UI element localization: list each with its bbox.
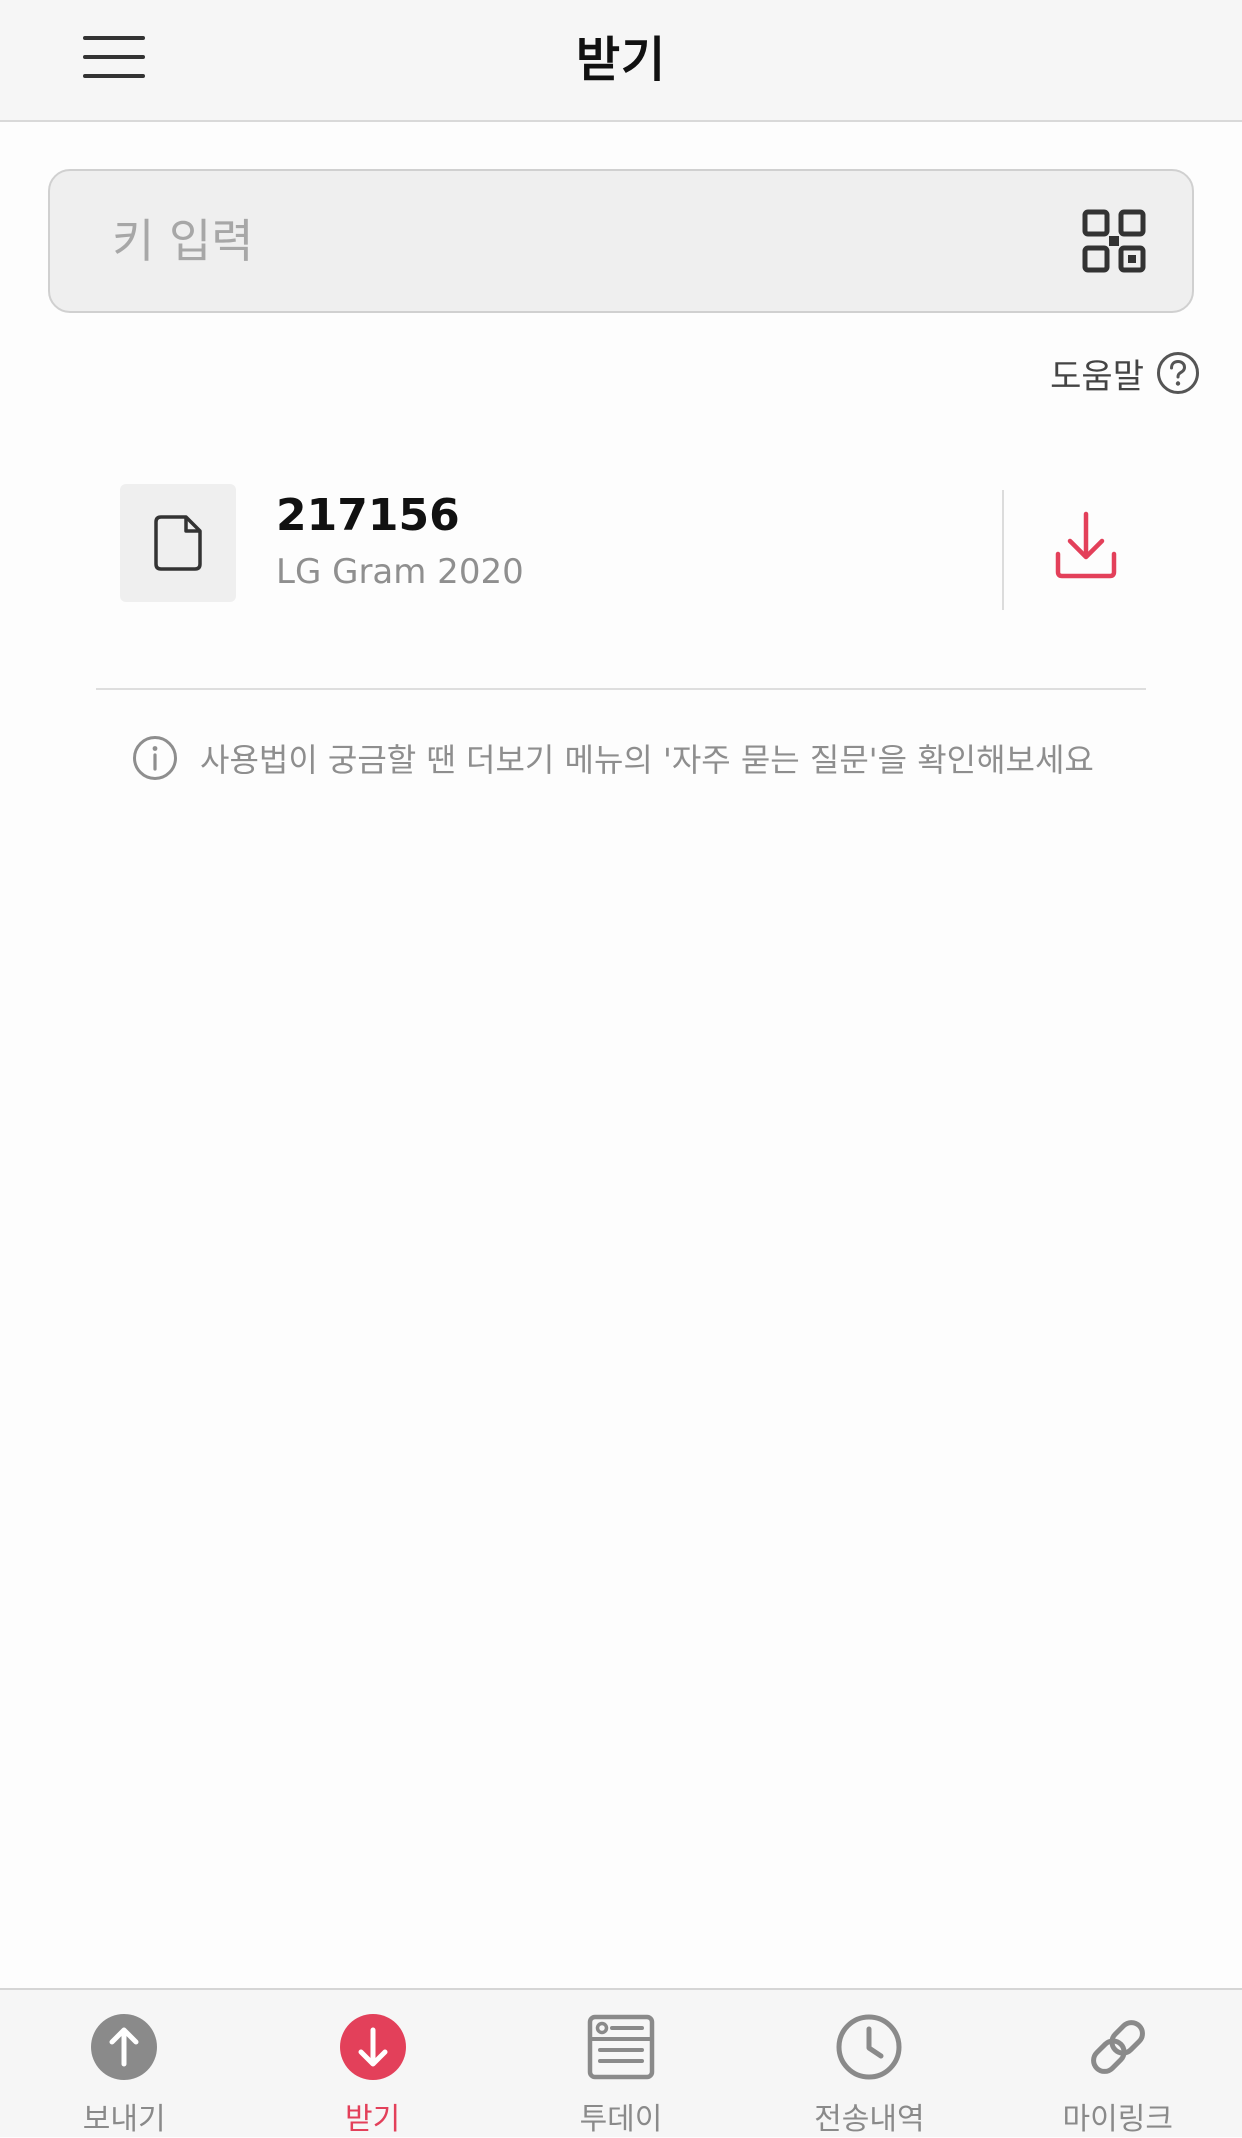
qr-code-icon [1082,209,1146,273]
top-header: 받기 [0,0,1242,122]
today-card-icon [587,2014,655,2080]
file-icon [154,515,202,571]
question-circle-icon [1157,352,1199,394]
tab-receive[interactable]: 받기 [248,1990,496,2137]
link-icon [1090,2020,1145,2074]
tab-receive-label: 받기 [344,2102,401,2137]
tab-today[interactable]: 투데이 [497,1990,745,2137]
help-label: 도움말 [1050,356,1144,397]
download-arrow-icon [339,2014,406,2080]
tab-today-label: 투데이 [579,2102,663,2137]
tab-mylink-label: 마이링크 [1062,2102,1173,2137]
tab-history-label: 전송내역 [814,2102,925,2137]
transfer-key: 217156 [276,490,460,541]
help-link[interactable]: 도움말 [1050,348,1200,398]
tab-send-label: 보내기 [82,2102,166,2137]
tab-mylink[interactable]: 마이링크 [994,1990,1242,2137]
key-input-box [48,169,1194,313]
page-title: 받기 [575,32,667,88]
received-file-item[interactable]: 217156 LG Gram 2020 [96,470,1146,620]
card-divider [1002,490,1004,610]
qr-scan-button[interactable] [1082,209,1146,273]
download-icon [1055,511,1117,579]
key-input[interactable] [110,171,1010,311]
tab-history[interactable]: 전송내역 [745,1990,993,2137]
download-button[interactable] [1046,508,1126,588]
info-circle-icon [133,736,177,780]
file-thumbnail [120,484,236,602]
bottom-tab-bar: 보내기 받기 투데이 전송내역 마이링크 [0,1988,1242,2137]
tab-send[interactable]: 보내기 [0,1990,248,2137]
sender-device: LG Gram 2020 [276,552,524,592]
faq-tip-text: 사용법이 궁금할 땐 더보기 메뉴의 '자주 묻는 질문'을 확인해보세요 [200,741,1094,779]
clock-icon [836,2014,902,2080]
faq-tip: 사용법이 궁금할 땐 더보기 메뉴의 '자주 묻는 질문'을 확인해보세요 [132,728,1094,788]
upload-arrow-icon [91,2014,158,2080]
section-divider [96,688,1146,690]
